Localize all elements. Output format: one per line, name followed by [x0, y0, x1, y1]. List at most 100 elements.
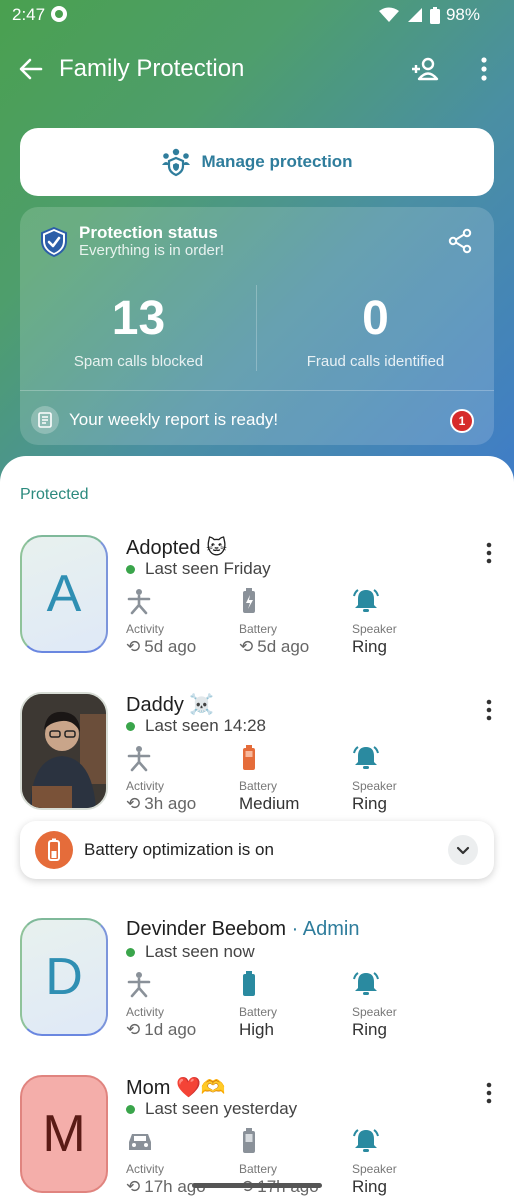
info-value: ⟲ 5d ago — [126, 637, 197, 656]
manage-protection-label: Manage protection — [201, 152, 353, 171]
battery-icon — [243, 588, 255, 613]
bell-ring-icon — [353, 972, 379, 995]
stat-label: Spam calls blocked — [73, 353, 204, 370]
activity-info: Activity ⟲ 3h ago — [126, 744, 226, 814]
last-seen-text: Last seen yesterday — [145, 1099, 298, 1118]
battery-icon — [35, 831, 73, 869]
last-seen-text: Last seen Friday — [145, 559, 271, 578]
speaker-info: Speaker Ring — [352, 970, 452, 1040]
person-walk-icon — [127, 972, 151, 998]
chevron-down-icon[interactable] — [448, 835, 478, 865]
person-walk-icon — [127, 746, 151, 772]
last-seen: Last seen Friday — [126, 559, 271, 579]
bell-ring-icon — [353, 746, 379, 769]
member-name-text: Devinder Beebom — [126, 918, 287, 940]
more-vertical-icon[interactable] — [472, 56, 496, 82]
page-title: Family Protection — [59, 55, 245, 82]
bell-ring-icon — [353, 589, 379, 612]
avatar: A — [20, 535, 108, 653]
protection-status-title: Protection status — [79, 223, 218, 242]
online-dot — [126, 947, 135, 957]
more-vertical-icon[interactable] — [478, 1081, 500, 1105]
battery-percent: 98% — [445, 5, 480, 24]
info-value: ⟲ 1d ago — [126, 1020, 197, 1039]
car-icon — [129, 1134, 151, 1150]
report-icon — [31, 406, 59, 434]
speaker-info: Speaker Ring — [352, 587, 452, 657]
info-value: ⟲ 3h ago — [126, 794, 197, 813]
sync-icon: ⟲ — [126, 1177, 141, 1196]
member-card-mom[interactable]: M Mom ❤️🫶 Last seen yesterday Activity ⟲… — [0, 1075, 514, 1200]
info-value: Ring — [352, 794, 387, 813]
last-seen-text: Last seen now — [145, 942, 255, 961]
info-value: High — [239, 1020, 274, 1039]
app-bar: Family Protection — [0, 44, 514, 94]
online-dot — [126, 564, 135, 574]
status-time: 2:47 — [12, 5, 46, 24]
weekly-report-link[interactable]: Your weekly report is ready! — [69, 410, 278, 430]
last-seen: Last seen 14:28 — [126, 716, 266, 736]
info-label: Battery — [239, 622, 278, 636]
speaker-info: Speaker Ring — [352, 1127, 452, 1197]
avatar: D — [20, 918, 108, 1036]
bell-ring-icon — [353, 1129, 379, 1152]
info-label: Battery — [239, 779, 278, 793]
info-value: ⟲ 5d ago — [239, 637, 310, 656]
signal-icon — [407, 8, 422, 22]
info-value: Ring — [352, 1020, 387, 1039]
admin-role: · Admin — [291, 918, 360, 940]
member-card-daddy[interactable]: Daddy ☠️ Last seen 14:28 Activity ⟲ 3h ag… — [0, 692, 514, 822]
protection-status-card: Protection status Everything is in order… — [20, 207, 494, 445]
family-shield-icon — [162, 148, 191, 177]
more-vertical-icon[interactable] — [478, 541, 500, 565]
info-label: Speaker — [352, 1005, 397, 1019]
section-title: Protected — [20, 486, 89, 503]
info-label: Activity — [126, 1162, 165, 1176]
activity-info: Activity ⟲ 1d ago — [126, 970, 226, 1040]
manage-protection-button[interactable]: Manage protection — [20, 128, 494, 196]
battery-icon — [243, 971, 255, 996]
spam-calls-stat: 13 Spam calls blocked — [20, 291, 257, 370]
stat-value: 0 — [362, 292, 389, 345]
member-card-devinder[interactable]: D Devinder Beebom · Admin Last seen now … — [0, 918, 514, 1048]
info-value: Ring — [352, 1177, 387, 1196]
report-badge: 1 — [450, 409, 474, 433]
status-bar: 2:47 98% — [0, 0, 514, 30]
online-dot — [126, 721, 135, 731]
battery-optimization-alert[interactable]: Battery optimization is on — [20, 821, 494, 879]
info-label: Speaker — [352, 779, 397, 793]
fraud-calls-stat: 0 Fraud calls identified — [257, 291, 494, 370]
sync-icon: ⟲ — [126, 637, 141, 656]
last-seen-text: Last seen 14:28 — [145, 716, 266, 735]
battery-status-icon — [429, 6, 440, 24]
info-label: Activity — [126, 779, 165, 793]
members-sheet: Protected A Adopted 🐱 Last seen Friday A… — [0, 456, 514, 1200]
sync-icon: ⟲ — [126, 794, 141, 813]
avatar: M — [20, 1075, 108, 1193]
stat-label: Fraud calls identified — [306, 353, 445, 370]
share-icon[interactable] — [447, 228, 473, 254]
info-label: Activity — [126, 1005, 165, 1019]
battery-info: Battery High — [239, 970, 339, 1040]
avatar-photo — [20, 692, 108, 810]
divider — [20, 390, 494, 391]
home-indicator[interactable] — [192, 1183, 322, 1188]
protection-status-subtitle: Everything is in order! — [79, 242, 225, 259]
member-name: Adopted 🐱 — [126, 537, 227, 559]
more-vertical-icon[interactable] — [478, 698, 500, 722]
battery-icon — [243, 1128, 255, 1153]
arrow-left-icon[interactable] — [18, 56, 44, 82]
speaker-info: Speaker Ring — [352, 744, 452, 814]
stat-value: 13 — [111, 292, 166, 345]
member-card-adopted[interactable]: A Adopted 🐱 Last seen Friday Activity ⟲ 5… — [0, 535, 514, 665]
add-person-icon[interactable] — [410, 56, 440, 82]
battery-info: Battery ⟲ 5d ago — [239, 587, 339, 657]
sync-icon: ⟲ — [239, 637, 254, 656]
last-seen: Last seen yesterday — [126, 1099, 297, 1119]
member-name: Mom ❤️🫶 — [126, 1077, 226, 1099]
info-value: Ring — [352, 637, 387, 656]
info-value: Medium — [239, 794, 300, 813]
info-label: Battery — [239, 1005, 278, 1019]
battery-info: Battery Medium — [239, 744, 339, 814]
person-photo — [22, 694, 106, 808]
